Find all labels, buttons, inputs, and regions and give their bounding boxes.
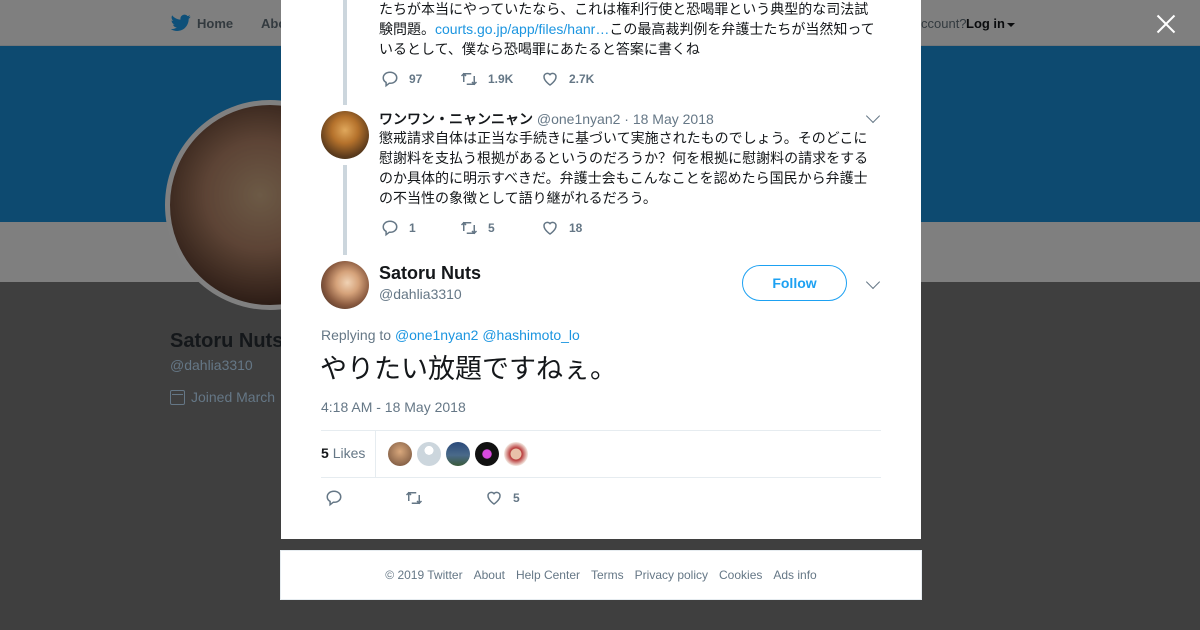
footer-link-terms[interactable]: Terms [591, 568, 624, 582]
reply-icon [382, 220, 398, 237]
tweet-timestamp[interactable]: 4:18 AM - 18 May 2018 [321, 399, 466, 415]
heart-icon [543, 221, 557, 235]
tweet-text: たちが本当にやっていたなら、これは権利行使と恐喝罪という典型的な司法試験問題。c… [379, 0, 879, 59]
author-name[interactable]: Satoru Nuts [379, 263, 481, 284]
mention-link[interactable]: @hashimoto_lo [482, 327, 580, 343]
liker-avatar[interactable] [388, 442, 412, 466]
retweet-action[interactable] [405, 489, 485, 507]
reply-action[interactable]: 1 [381, 219, 460, 237]
reply-icon [326, 490, 342, 507]
follow-button[interactable]: Follow [742, 265, 847, 301]
retweet-count: 5 [488, 221, 495, 235]
profile-name: Satoru Nuts [170, 330, 284, 352]
retweet-count: 1.9K [488, 72, 514, 86]
avatar[interactable] [321, 111, 369, 159]
tweet-actions: 1 5 18 [381, 219, 582, 237]
reply-count: 1 [409, 221, 416, 235]
liker-avatar[interactable] [446, 442, 470, 466]
tweet-date[interactable]: · 18 May 2018 [624, 111, 714, 127]
reply-count: 97 [409, 72, 423, 86]
like-action[interactable]: 5 [485, 489, 520, 507]
profile-joined: Joined March [170, 389, 275, 405]
reply-action[interactable] [325, 489, 405, 507]
avatar[interactable] [321, 261, 369, 309]
replying-to: Replying to @one1nyan2 @hashimoto_lo [321, 327, 580, 343]
retweet-icon [405, 491, 423, 505]
likes-stat-count: 5 [321, 445, 329, 461]
like-action[interactable]: 18 [541, 219, 582, 237]
tweet-header: ワンワン・ニャンニャン @one1nyan2 · 18 May 2018 [379, 109, 714, 129]
like-count: 2.7K [569, 72, 595, 86]
joined-text: Joined March [191, 389, 276, 405]
main-tweet-text: やりたい放題ですねぇ。 [320, 354, 617, 384]
heart-icon [543, 72, 557, 86]
likes-stat-label: Likes [332, 445, 366, 461]
tweet-link[interactable]: courts.go.jp/app/files/hanr… [435, 21, 609, 37]
retweet-action[interactable]: 1.9K [460, 70, 541, 88]
tweet-text: 懲戒請求自体は正当な手続きに基づいて実施されたものでしょう。そのどこに慰謝料を支… [379, 130, 869, 206]
site-footer: © 2019 Twitter About Help Center Terms P… [280, 550, 922, 600]
retweet-icon [460, 72, 478, 86]
calendar-icon [170, 389, 185, 405]
like-count: 5 [513, 491, 520, 505]
liker-avatar[interactable] [417, 442, 441, 466]
footer-link-cookies[interactable]: Cookies [719, 568, 762, 582]
footer-link-about[interactable]: About [474, 568, 505, 582]
likers-avatars [388, 442, 528, 466]
thread-connector-line [343, 0, 347, 105]
author-name[interactable]: ワンワン・ニャンニャン [379, 111, 533, 127]
divider [375, 431, 376, 477]
profile-handle: @dahlia3310 [170, 357, 253, 373]
footer-link-privacy[interactable]: Privacy policy [635, 568, 708, 582]
retweet-action[interactable]: 5 [460, 219, 541, 237]
author-handle[interactable]: @dahlia3310 [379, 286, 462, 302]
reply-icon [382, 71, 398, 88]
reply-action[interactable]: 97 [381, 70, 460, 88]
footer-link-ads-info[interactable]: Ads info [773, 568, 816, 582]
main-tweet-actions: 5 [325, 489, 520, 507]
retweet-icon [460, 221, 478, 235]
like-action[interactable]: 2.7K [541, 70, 594, 88]
footer-copyright: © 2019 Twitter [385, 568, 463, 582]
tweet-permalink-modal: たちが本当にやっていたなら、これは権利行使と恐喝罪という典型的な司法試験問題。c… [281, 0, 921, 539]
likes-stat[interactable]: 5 Likes [321, 445, 365, 461]
tweet-stats: 5 Likes [321, 430, 881, 478]
replying-prefix: Replying to [321, 327, 392, 343]
footer-link-help-center[interactable]: Help Center [516, 568, 580, 582]
like-count: 18 [569, 221, 583, 235]
liker-avatar[interactable] [475, 442, 499, 466]
mention-link[interactable]: @one1nyan2 [395, 327, 479, 343]
chevron-down-icon[interactable] [865, 274, 881, 290]
liker-avatar[interactable] [504, 442, 528, 466]
close-modal-icon[interactable] [1155, 13, 1177, 35]
tweet-actions: 97 1.9K 2.7K [381, 70, 594, 88]
author-handle[interactable]: @one1nyan2 [537, 111, 621, 127]
chevron-down-icon[interactable] [865, 108, 881, 124]
thread-connector-line [343, 165, 347, 255]
heart-icon [487, 491, 501, 505]
